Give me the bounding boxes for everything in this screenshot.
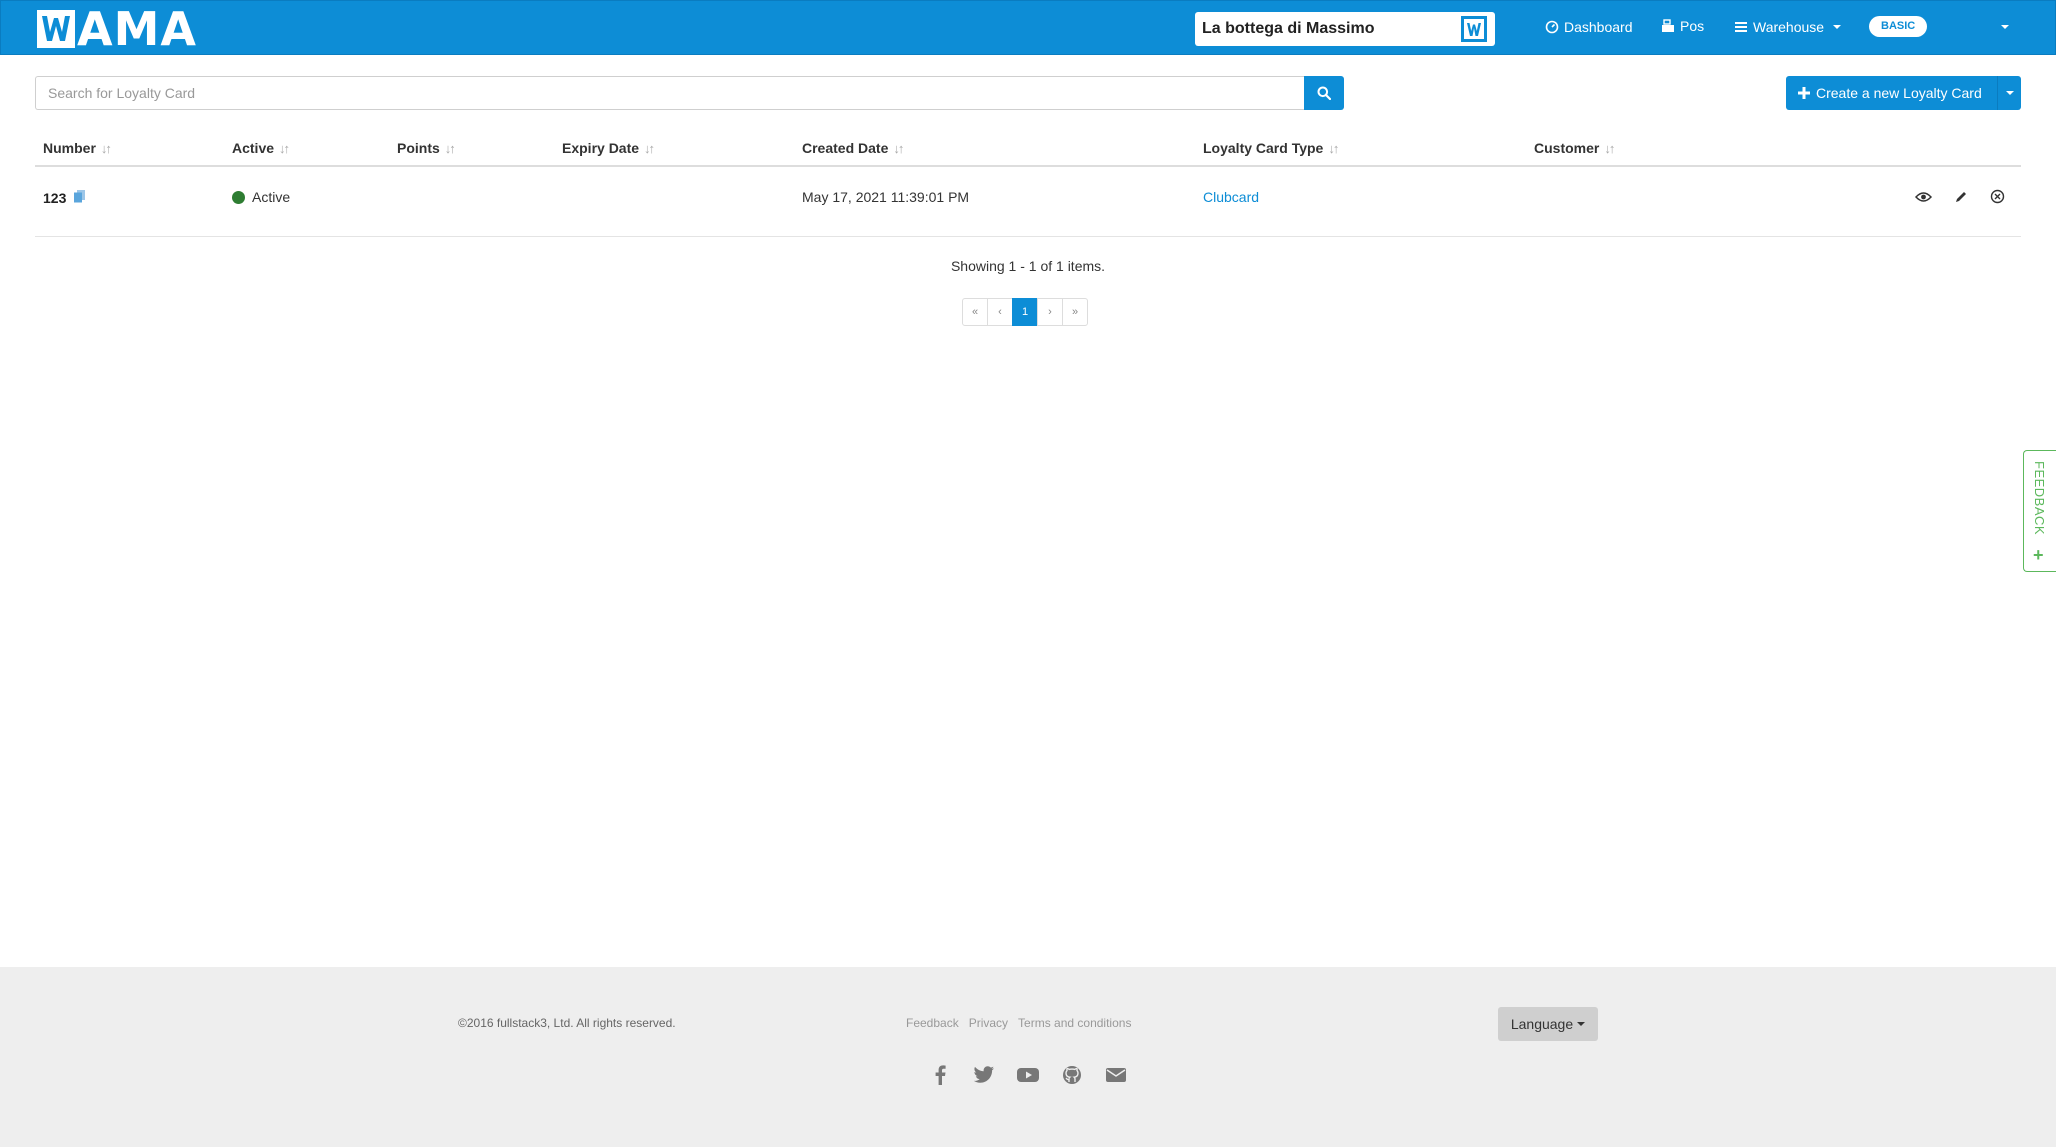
feedback-tab[interactable]: FEEDBACK + xyxy=(2023,450,2056,572)
header-customer-label: Customer xyxy=(1534,140,1600,156)
plus-icon xyxy=(1798,87,1810,99)
search-button[interactable] xyxy=(1304,76,1344,110)
page-prev-button[interactable]: ‹ xyxy=(987,298,1013,326)
header-loyalty-card-type[interactable]: Loyalty Card Type ↓↑ xyxy=(1203,140,1339,156)
footer-link-feedback[interactable]: Feedback xyxy=(906,1016,959,1030)
top-navbar: AMA La bottega di Massimo Dashboard Pos … xyxy=(0,0,2056,55)
header-points-label: Points xyxy=(397,140,440,156)
cell-active: Active xyxy=(232,189,290,205)
dashboard-icon xyxy=(1545,20,1559,34)
footer: ©2016 fullstack3, Ltd. All rights reserv… xyxy=(0,967,2056,1147)
language-label: Language xyxy=(1510,1016,1574,1032)
store-selector[interactable]: La bottega di Massimo xyxy=(1195,12,1495,46)
card-number: 123 xyxy=(43,189,67,206)
logo-text: AMA xyxy=(77,2,197,56)
youtube-icon[interactable] xyxy=(1016,1063,1040,1087)
row-actions xyxy=(1914,187,2007,206)
delete-x-circle-icon[interactable] xyxy=(1988,187,2007,206)
page-current-button[interactable]: 1 xyxy=(1012,298,1038,326)
nav-dashboard[interactable]: Dashboard xyxy=(1545,19,1633,35)
facebook-icon[interactable] xyxy=(928,1063,952,1087)
sort-icon: ↓↑ xyxy=(279,140,290,156)
page-last-button[interactable]: » xyxy=(1062,298,1088,326)
nav-pos-label: Pos xyxy=(1680,18,1705,34)
pos-icon xyxy=(1661,19,1675,33)
user-menu-chevron-down-icon[interactable] xyxy=(2001,25,2009,29)
cell-created-date: May 17, 2021 11:39:01 PM xyxy=(802,189,970,205)
store-name: La bottega di Massimo xyxy=(1202,20,1375,37)
header-expiry-label: Expiry Date xyxy=(562,140,640,156)
feedback-tab-label: FEEDBACK xyxy=(2032,461,2047,536)
github-icon[interactable] xyxy=(1060,1063,1084,1087)
create-loyalty-card-button[interactable]: Create a new Loyalty Card xyxy=(1786,76,2021,110)
cell-number: 123 xyxy=(43,189,86,206)
table-row: 123 Active May 17, 2021 11:39:01 PM Club… xyxy=(35,167,2021,237)
sort-icon: ↓↑ xyxy=(1328,140,1339,156)
plan-badge: BASIC xyxy=(1869,16,1928,37)
language-dropdown[interactable]: Language xyxy=(1498,1007,1598,1041)
header-type-label: Loyalty Card Type xyxy=(1203,140,1324,156)
sort-icon: ↓↑ xyxy=(444,140,456,156)
nav-warehouse[interactable]: Warehouse xyxy=(1734,19,1842,35)
menu-icon xyxy=(1734,20,1748,34)
header-active[interactable]: Active ↓↑ xyxy=(232,140,290,156)
twitter-icon[interactable] xyxy=(972,1063,996,1087)
sort-icon: ↓↑ xyxy=(893,140,904,156)
nav-pos[interactable]: Pos xyxy=(1661,18,1704,34)
page-first-button[interactable]: « xyxy=(962,298,988,326)
header-active-label: Active xyxy=(232,140,275,156)
sort-icon: ↓↑ xyxy=(1604,140,1615,156)
create-loyalty-card-label: Create a new Loyalty Card xyxy=(1816,85,1982,101)
chevron-down-icon xyxy=(1577,1022,1586,1026)
header-created-date[interactable]: Created Date ↓↑ xyxy=(802,140,904,156)
header-expiry-date[interactable]: Expiry Date ↓↑ xyxy=(562,140,655,156)
active-status-label: Active xyxy=(252,189,291,205)
active-status-dot-icon xyxy=(232,190,245,204)
header-points[interactable]: Points ↓↑ xyxy=(397,140,456,156)
cell-loyalty-card-type-link[interactable]: Clubcard xyxy=(1203,189,1259,205)
header-number-label: Number xyxy=(43,140,96,156)
header-created-label: Created Date xyxy=(802,140,889,156)
edit-pencil-icon[interactable] xyxy=(1951,187,1970,206)
create-loyalty-card-main[interactable]: Create a new Loyalty Card xyxy=(1786,76,1997,110)
search-bar xyxy=(35,76,1344,110)
nav-warehouse-label: Warehouse xyxy=(1753,19,1825,35)
footer-link-terms[interactable]: Terms and conditions xyxy=(1018,1016,1131,1030)
footer-links: Feedback Privacy Terms and conditions xyxy=(906,1016,1131,1030)
items-summary: Showing 1 - 1 of 1 items. xyxy=(950,258,1106,274)
page-next-button[interactable]: › xyxy=(1037,298,1063,326)
footer-link-privacy[interactable]: Privacy xyxy=(969,1016,1008,1030)
create-dropdown-toggle[interactable] xyxy=(1997,76,2021,110)
plus-icon: + xyxy=(2033,545,2044,565)
loyalty-card-table: Number ↓↑ Active ↓↑ Points ↓↑ Expiry Dat… xyxy=(35,130,2021,237)
store-logo-icon xyxy=(1461,16,1487,42)
pagination: « ‹ 1 › » xyxy=(962,298,1088,326)
sort-icon: ↓↑ xyxy=(644,140,655,156)
header-customer[interactable]: Customer ↓↑ xyxy=(1534,140,1615,156)
view-eye-icon[interactable] xyxy=(1914,187,1933,206)
copyright-text: ©2016 fullstack3, Ltd. All rights reserv… xyxy=(458,1016,676,1030)
wama-w-logo xyxy=(37,10,75,48)
social-links xyxy=(928,1063,1128,1087)
table-header: Number ↓↑ Active ↓↑ Points ↓↑ Expiry Dat… xyxy=(35,130,2021,167)
header-number[interactable]: Number ↓↑ xyxy=(43,140,112,156)
search-input[interactable] xyxy=(35,76,1305,110)
brand-logo[interactable]: AMA xyxy=(37,2,197,56)
chevron-down-icon xyxy=(1833,25,1842,29)
nav-dashboard-label: Dashboard xyxy=(1564,19,1633,35)
search-icon xyxy=(1317,86,1332,100)
copy-icon[interactable] xyxy=(73,189,86,206)
email-icon[interactable] xyxy=(1104,1063,1128,1087)
chevron-down-icon xyxy=(2005,91,2014,95)
sort-icon: ↓↑ xyxy=(100,140,112,156)
